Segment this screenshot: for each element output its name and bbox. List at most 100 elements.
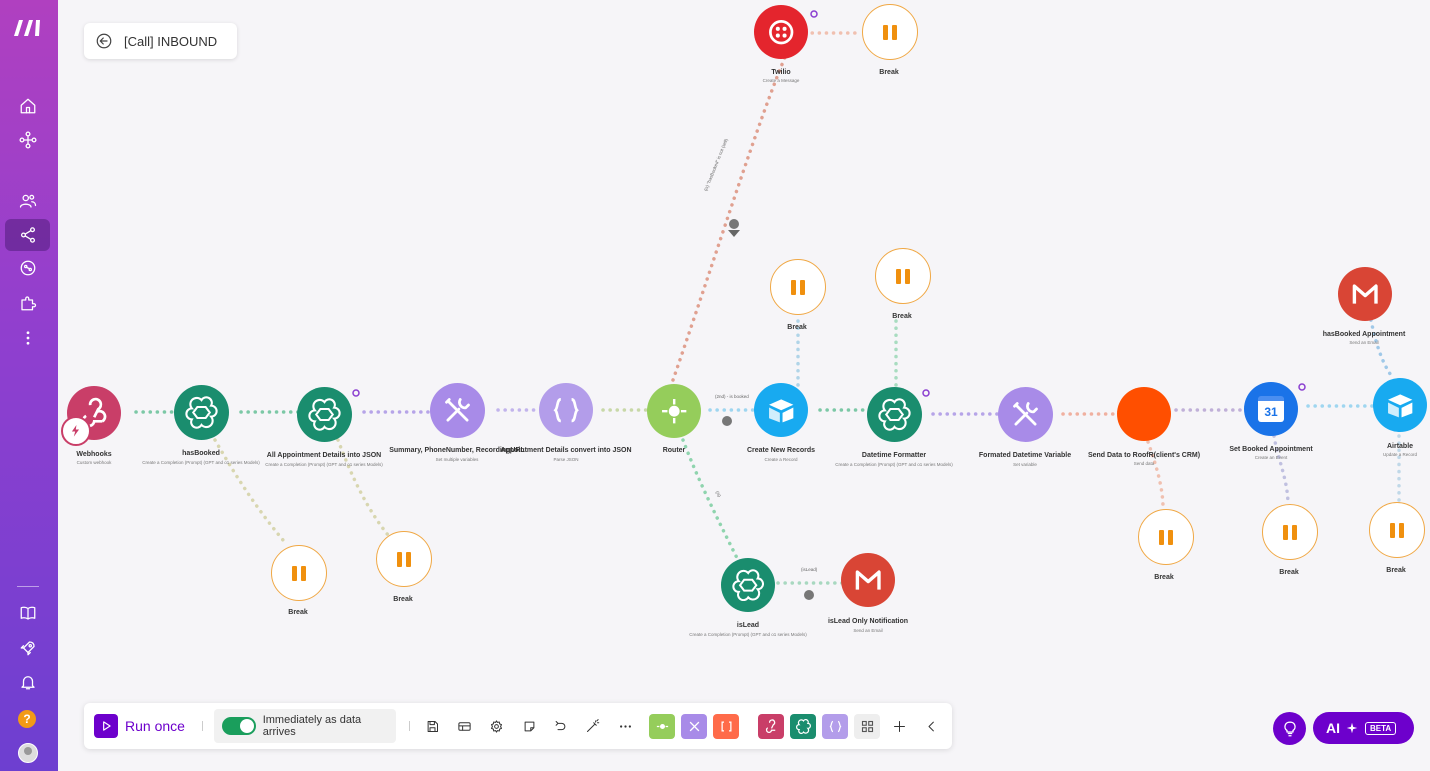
book-icon[interactable] bbox=[5, 597, 50, 629]
help-icon[interactable]: ? bbox=[18, 710, 36, 728]
team-icon[interactable] bbox=[5, 185, 50, 217]
hasbooked-sub: Create a Completion (Prompt) (GPT and o1… bbox=[142, 460, 260, 465]
run-once-button[interactable]: Run once bbox=[94, 714, 185, 738]
datetime-formatter-module[interactable] bbox=[867, 387, 922, 442]
break-module[interactable] bbox=[1369, 502, 1425, 558]
share-scenarios-icon[interactable] bbox=[5, 219, 50, 251]
bell-icon[interactable] bbox=[5, 666, 50, 698]
beta-badge: BETA bbox=[1365, 721, 1397, 735]
tools-tool-icon[interactable] bbox=[681, 714, 707, 739]
run-once-label: Run once bbox=[125, 718, 185, 734]
break-module[interactable] bbox=[875, 248, 931, 304]
sidebar-divider bbox=[17, 586, 39, 587]
hasbooked-appointment-module[interactable] bbox=[1338, 267, 1392, 321]
undo-icon[interactable] bbox=[549, 715, 571, 737]
rocket-icon[interactable] bbox=[5, 632, 50, 664]
notes-icon[interactable] bbox=[518, 715, 540, 737]
twilio-module[interactable] bbox=[754, 5, 808, 59]
scenario-title[interactable]: [Call] INBOUND bbox=[124, 34, 217, 49]
puzzle-icon[interactable] bbox=[5, 287, 50, 319]
webhooks-tool-icon[interactable] bbox=[758, 714, 784, 739]
openai-icon bbox=[878, 398, 911, 431]
sparkle-icon bbox=[1346, 722, 1358, 734]
fmt-var-label: Formated Datetime Variable bbox=[978, 452, 1072, 459]
set-booked-appointment-module[interactable]: 31 bbox=[1244, 382, 1298, 436]
break-label: Break bbox=[1154, 574, 1174, 581]
set-booked-sub: Create an Event bbox=[1254, 455, 1288, 460]
airtable-module[interactable] bbox=[1373, 378, 1427, 432]
router-module[interactable] bbox=[647, 384, 701, 438]
roofr-module[interactable] bbox=[1117, 387, 1171, 441]
islead-sub: Create a Completion (Prompt) (GPT and o1… bbox=[689, 632, 807, 637]
auto-align-wand-icon[interactable] bbox=[581, 715, 603, 737]
airtable-icon bbox=[768, 399, 794, 423]
text-parser-tool-icon[interactable] bbox=[713, 714, 739, 739]
appt-json-label: Appointment Details convert into JSON bbox=[500, 447, 632, 454]
scenario-title-bar: [Call] INBOUND bbox=[84, 23, 237, 59]
openai-icon bbox=[308, 398, 341, 431]
summary-sub: Set multiple variables bbox=[435, 457, 479, 462]
create-records-label: Create New Records bbox=[746, 447, 816, 454]
make-logo[interactable] bbox=[12, 14, 44, 40]
sidebar: ? bbox=[0, 0, 58, 771]
filter-label[interactable]: (2nd) - is booked bbox=[715, 394, 749, 399]
all-appointment-json-module[interactable] bbox=[297, 387, 352, 442]
more-vertical-icon[interactable] bbox=[5, 322, 50, 354]
avatar[interactable] bbox=[18, 743, 38, 763]
airtable-icon bbox=[1387, 394, 1413, 418]
break-module[interactable] bbox=[770, 259, 826, 315]
openai-tool-icon[interactable] bbox=[790, 714, 816, 739]
flow-control-icon[interactable] bbox=[453, 715, 475, 737]
break-label: Break bbox=[1386, 567, 1406, 574]
break-module[interactable] bbox=[1262, 504, 1318, 560]
lightbulb-icon bbox=[1283, 721, 1296, 736]
islead-notif-label: isLead Only Notification bbox=[827, 618, 909, 625]
scenario-canvas[interactable]: Webhooks Custom webhook hasBooked Create… bbox=[58, 0, 1430, 700]
airtable-label: Airtable bbox=[1386, 443, 1414, 450]
schedule-setting[interactable]: Immediately as data arrives bbox=[214, 709, 396, 743]
break-label: Break bbox=[288, 609, 308, 616]
lightbulb-button[interactable] bbox=[1273, 712, 1306, 745]
airtable-sub: Update a Record bbox=[1382, 452, 1418, 457]
appointment-json-module[interactable] bbox=[539, 383, 593, 437]
islead-notification-module[interactable] bbox=[841, 553, 895, 607]
hasbooked-appt-label: hasBooked Appointment bbox=[1322, 331, 1406, 338]
connections-icon[interactable] bbox=[5, 252, 50, 284]
chevron-left-icon[interactable] bbox=[920, 715, 942, 737]
create-records-module[interactable] bbox=[754, 383, 808, 437]
formated-datetime-variable-module[interactable] bbox=[998, 387, 1053, 442]
back-arrow-icon[interactable] bbox=[95, 32, 113, 50]
filter-label[interactable]: (isLead) bbox=[801, 567, 817, 572]
json-tool-icon[interactable] bbox=[822, 714, 848, 739]
gmail-icon bbox=[1352, 284, 1378, 304]
home-icon[interactable] bbox=[5, 90, 50, 122]
roofr-label: Send Data to RoofR(client's CRM) bbox=[1087, 452, 1201, 459]
instant-trigger-icon bbox=[61, 416, 91, 446]
appt-json-sub: Parse JSON bbox=[553, 457, 579, 462]
all-apps-grid-icon[interactable] bbox=[854, 714, 880, 739]
break-module[interactable] bbox=[271, 545, 327, 601]
break-module[interactable] bbox=[376, 531, 432, 587]
create-records-sub: Create a Record bbox=[764, 457, 798, 462]
gear-icon[interactable] bbox=[485, 715, 507, 737]
hasbooked-module[interactable] bbox=[174, 385, 229, 440]
webhooks-label: Webhooks bbox=[76, 451, 112, 458]
islead-label: isLead bbox=[736, 622, 760, 629]
json-braces-icon bbox=[553, 397, 579, 423]
save-icon[interactable] bbox=[421, 715, 443, 737]
summary-module[interactable] bbox=[430, 383, 485, 438]
break-module[interactable] bbox=[1138, 509, 1194, 565]
calendar-day: 31 bbox=[1264, 404, 1278, 419]
ai-assistant-button[interactable]: AI BETA bbox=[1313, 712, 1414, 744]
toolbar-divider bbox=[202, 721, 203, 731]
datetime-fmt-sub: Create a Completion (Prompt) (GPT and o1… bbox=[835, 462, 953, 467]
islead-module[interactable] bbox=[721, 558, 775, 612]
schedule-toggle[interactable] bbox=[222, 717, 256, 735]
break-module[interactable] bbox=[862, 4, 918, 60]
router-tool-icon[interactable] bbox=[649, 714, 675, 739]
scenarios-tree-icon[interactable] bbox=[5, 124, 50, 156]
fmt-var-sub: Set variable bbox=[1013, 462, 1037, 467]
openai-icon bbox=[732, 569, 764, 601]
plus-icon[interactable] bbox=[888, 715, 910, 737]
more-horizontal-icon[interactable] bbox=[614, 715, 636, 737]
